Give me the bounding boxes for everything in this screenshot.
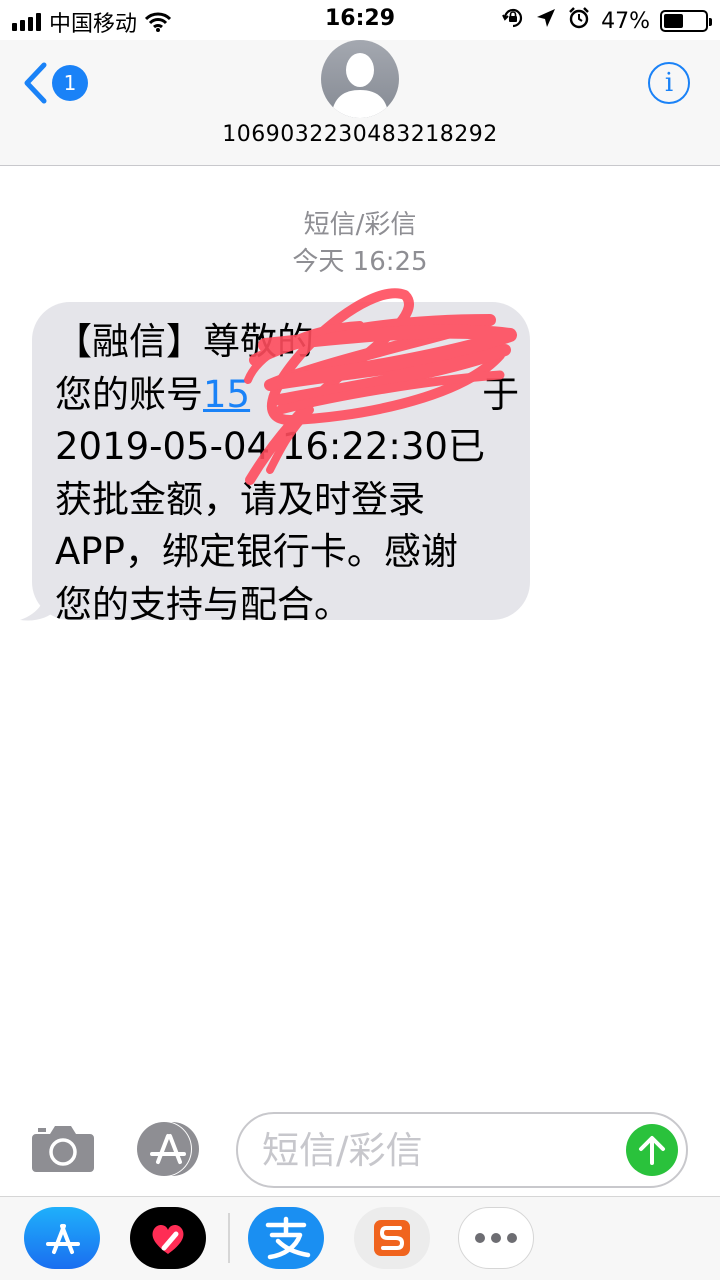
- bubble-tail: [20, 580, 56, 621]
- contact-avatar[interactable]: [321, 40, 399, 118]
- composer-bar: [0, 1100, 720, 1200]
- alipay-app[interactable]: [248, 1207, 324, 1269]
- person-icon: [331, 53, 389, 118]
- digital-touch-icon: [152, 1224, 184, 1254]
- digital-touch-app[interactable]: [130, 1207, 206, 1269]
- sogou-icon: [374, 1220, 410, 1256]
- alarm-icon: [567, 6, 591, 36]
- app-store-icon: [46, 1224, 80, 1254]
- rotation-lock-icon: [501, 6, 525, 36]
- conversation-header: 1 1069032230483218292 i: [0, 40, 720, 166]
- redaction-scribble: [244, 288, 517, 485]
- message-line: 您的支持与配合。: [55, 582, 351, 626]
- back-button[interactable]: 1: [22, 62, 88, 104]
- app-store-button[interactable]: [134, 1120, 202, 1178]
- camera-button[interactable]: [32, 1122, 94, 1176]
- more-icon: [475, 1233, 517, 1243]
- message-input-field[interactable]: [262, 1124, 622, 1176]
- info-icon: i: [664, 68, 674, 98]
- app-store-app[interactable]: [24, 1207, 100, 1269]
- status-bar: 中国移动 16:29 47%: [0, 0, 720, 40]
- message-timestamp: 今天 16:25: [292, 247, 428, 277]
- battery-percent: 47%: [601, 8, 650, 34]
- message-input[interactable]: [236, 1112, 688, 1188]
- location-icon: [535, 7, 557, 35]
- info-button[interactable]: i: [648, 62, 690, 104]
- alipay-icon: [265, 1216, 311, 1260]
- app-drawer: [0, 1196, 720, 1280]
- camera-icon: [32, 1126, 94, 1172]
- more-apps-button[interactable]: [458, 1207, 534, 1269]
- message-line: APP，绑定银行卡。感谢: [55, 530, 458, 573]
- contact-number[interactable]: 1069032230483218292: [0, 122, 720, 147]
- arrow-up-icon: [639, 1136, 665, 1165]
- send-button[interactable]: [626, 1124, 678, 1176]
- message-type-label: 短信/彩信: [303, 210, 417, 240]
- apps-icon: [136, 1121, 199, 1177]
- drawer-divider: [228, 1213, 230, 1263]
- chevron-left-icon: [24, 62, 47, 104]
- battery-icon: [660, 10, 712, 32]
- unread-badge: 1: [52, 65, 88, 101]
- sogou-app[interactable]: [354, 1207, 430, 1269]
- battery-level: [664, 14, 683, 28]
- status-right: 47%: [501, 6, 712, 36]
